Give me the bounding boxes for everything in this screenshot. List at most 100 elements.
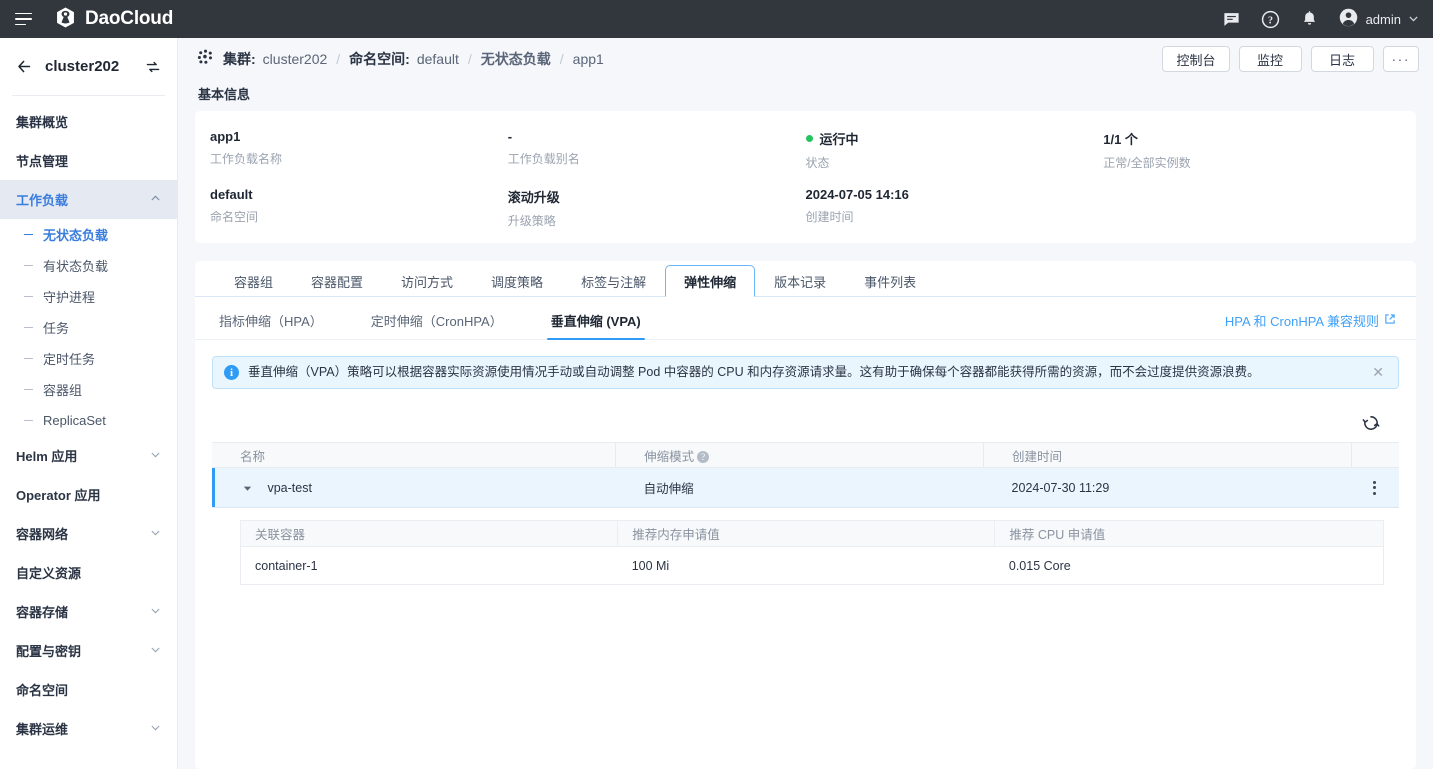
sidebar-item-cluster-operations[interactable]: 集群运维 <box>0 709 177 748</box>
subtab-hpa[interactable]: 指标伸缩（HPA） <box>215 311 327 339</box>
breadcrumb-separator: / <box>468 51 472 67</box>
breadcrumb-kind[interactable]: 无状态负载 <box>481 49 551 69</box>
hamburger-menu-icon[interactable] <box>10 6 36 32</box>
cluster-dots-icon <box>195 47 216 71</box>
info-cell-update-strategy: 滚动升级 升级策略 <box>508 187 806 229</box>
subtable-header-row: 关联容器 推荐内存申请值 推荐 CPU 申请值 <box>241 521 1384 547</box>
hpa-cronhpa-compat-rules-link[interactable]: HPA 和 CronHPA 兼容规则 <box>1225 311 1396 339</box>
subcell-container: container-1 <box>241 547 618 585</box>
bell-icon[interactable] <box>1299 9 1320 30</box>
chevron-down-icon <box>150 643 161 658</box>
col-created-time: 创建时间 <box>984 443 1352 468</box>
info-cell-created-time: 2024-07-05 14:16 创建时间 <box>806 187 1104 229</box>
basic-info-section-title: 基本信息 <box>178 80 1433 111</box>
help-tooltip-icon[interactable]: ? <box>697 451 709 463</box>
col-scaling-mode: 伸缩模式? <box>616 443 984 468</box>
bullet-dash-icon <box>24 327 33 329</box>
tab-scheduling-policy[interactable]: 调度策略 <box>472 265 562 297</box>
breadcrumb-namespace-value[interactable]: default <box>417 51 459 67</box>
monitor-button[interactable]: 监控 <box>1239 46 1302 72</box>
logs-button[interactable]: 日志 <box>1311 46 1374 72</box>
refresh-icon[interactable] <box>1358 410 1384 436</box>
sidebar-item-node-management[interactable]: 节点管理 <box>0 141 177 180</box>
info-value: 1/1 个 <box>1103 129 1401 148</box>
sidebar-item-label: 配置与密钥 <box>16 641 81 660</box>
brand-logo[interactable]: DaoCloud <box>54 6 173 32</box>
chevron-down-icon <box>150 448 161 463</box>
breadcrumb-cluster-label: 集群: <box>223 49 256 69</box>
sidebar-item-label: 容器网络 <box>16 524 68 543</box>
tab-container-config[interactable]: 容器配置 <box>292 265 382 297</box>
vpa-info-alert: i 垂直伸缩（VPA）策略可以根据容器实际资源使用情况手动或自动调整 Pod 中… <box>212 356 1399 389</box>
breadcrumb-cluster-value[interactable]: cluster202 <box>263 51 328 67</box>
console-button[interactable]: 控制台 <box>1162 46 1229 72</box>
info-label: 状态 <box>806 154 1104 171</box>
help-circle-icon[interactable]: ? <box>1260 9 1281 30</box>
breadcrumb: 集群: cluster202 / 命名空间: default / 无状态负载 /… <box>195 47 604 71</box>
sidebar-item-container-network[interactable]: 容器网络 <box>0 514 177 553</box>
breadcrumb-separator: / <box>560 51 564 67</box>
info-label: 升级策略 <box>508 212 806 229</box>
topbar-right-actions: ? admin <box>1221 7 1419 31</box>
sidebar-item-config-and-secrets[interactable]: 配置与密钥 <box>0 631 177 670</box>
tab-version-history[interactable]: 版本记录 <box>755 265 845 297</box>
more-vertical-icon[interactable] <box>1360 481 1389 495</box>
cell-actions <box>1352 468 1399 508</box>
caret-down-icon[interactable] <box>240 483 254 494</box>
col-name: 名称 <box>212 443 616 468</box>
sidebar-nav: 集群概览 节点管理 工作负载 无状态负载 有状态负载 守护进程 <box>0 96 177 748</box>
sidebar-item-namespaces[interactable]: 命名空间 <box>0 670 177 709</box>
detail-tabs-card: 容器组 容器配置 访问方式 调度策略 标签与注解 弹性伸缩 版本记录 事件列表 … <box>195 261 1416 769</box>
table-header-row: 名称 伸缩模式? 创建时间 <box>212 443 1399 468</box>
switch-cluster-icon[interactable] <box>145 59 161 75</box>
cell-created-time: 2024-07-30 11:29 <box>984 468 1352 508</box>
content-header: 集群: cluster202 / 命名空间: default / 无状态负载 /… <box>178 38 1433 80</box>
sidebar-item-operator-apps[interactable]: Operator 应用 <box>0 475 177 514</box>
info-value: 运行中 <box>820 129 859 148</box>
sidebar-item-label: 有状态负载 <box>43 256 108 275</box>
sidebar-item-stateless-workload[interactable]: 无状态负载 <box>0 219 177 250</box>
sub-tab-bar: 指标伸缩（HPA） 定时伸缩（CronHPA） 垂直伸缩 (VPA) HPA 和… <box>195 297 1416 340</box>
chevron-down-icon <box>150 604 161 619</box>
sidebar-item-container-storage[interactable]: 容器存储 <box>0 592 177 631</box>
breadcrumb-namespace-label: 命名空间: <box>349 49 410 69</box>
subcol-container: 关联容器 <box>241 521 618 547</box>
arrow-left-icon[interactable] <box>16 58 33 75</box>
sidebar-item-pod[interactable]: 容器组 <box>0 374 177 405</box>
user-menu[interactable]: admin <box>1338 7 1419 31</box>
alert-text: 垂直伸缩（VPA）策略可以根据容器实际资源使用情况手动或自动调整 Pod 中容器… <box>248 364 1360 382</box>
subtab-vpa[interactable]: 垂直伸缩 (VPA) <box>547 311 645 339</box>
more-actions-button[interactable]: ··· <box>1383 46 1420 72</box>
table-row[interactable]: vpa-test 自动伸缩 2024-07-30 11:29 <box>212 468 1399 508</box>
sidebar-item-cluster-overview[interactable]: 集群概览 <box>0 102 177 141</box>
top-navigation-bar: DaoCloud ? admin <box>0 0 1433 38</box>
tab-pods[interactable]: 容器组 <box>215 265 292 297</box>
info-value: 滚动升级 <box>508 187 806 206</box>
tab-access-mode[interactable]: 访问方式 <box>382 265 472 297</box>
sidebar-item-daemonset[interactable]: 守护进程 <box>0 281 177 312</box>
tab-elastic-scaling[interactable]: 弹性伸缩 <box>665 265 755 297</box>
sidebar: cluster202 集群概览 节点管理 工作负载 无状态负载 <box>0 38 178 769</box>
row-accent-bar <box>212 468 215 507</box>
sidebar-item-custom-resources[interactable]: 自定义资源 <box>0 553 177 592</box>
brand-name: DaoCloud <box>85 8 173 30</box>
sidebar-item-helm-apps[interactable]: Helm 应用 <box>0 436 177 475</box>
sidebar-item-label: 守护进程 <box>43 287 95 306</box>
external-link-icon <box>1384 313 1396 328</box>
sidebar-item-label: Operator 应用 <box>16 485 101 504</box>
sidebar-item-workloads[interactable]: 工作负载 <box>0 180 177 219</box>
sidebar-item-stateful-workload[interactable]: 有状态负载 <box>0 250 177 281</box>
close-icon[interactable]: ✕ <box>1369 364 1387 381</box>
sidebar-item-label: ReplicaSet <box>43 413 106 428</box>
sidebar-item-label: 无状态负载 <box>43 225 108 244</box>
sidebar-item-label: 定时任务 <box>43 349 95 368</box>
sidebar-item-cronjob[interactable]: 定时任务 <box>0 343 177 374</box>
tab-labels-annotations[interactable]: 标签与注解 <box>562 265 665 297</box>
tab-event-list[interactable]: 事件列表 <box>845 265 935 297</box>
info-cell-status: 运行中 状态 <box>806 129 1104 171</box>
sidebar-item-job[interactable]: 任务 <box>0 312 177 343</box>
message-icon[interactable] <box>1221 9 1242 30</box>
sidebar-item-replicaset[interactable]: ReplicaSet <box>0 405 177 436</box>
subtab-cronhpa[interactable]: 定时伸缩（CronHPA） <box>367 311 507 339</box>
basic-info-card: app1 工作负载名称 - 工作负载别名 运行中 状态 1/1 个 正常/全部 <box>195 111 1416 243</box>
